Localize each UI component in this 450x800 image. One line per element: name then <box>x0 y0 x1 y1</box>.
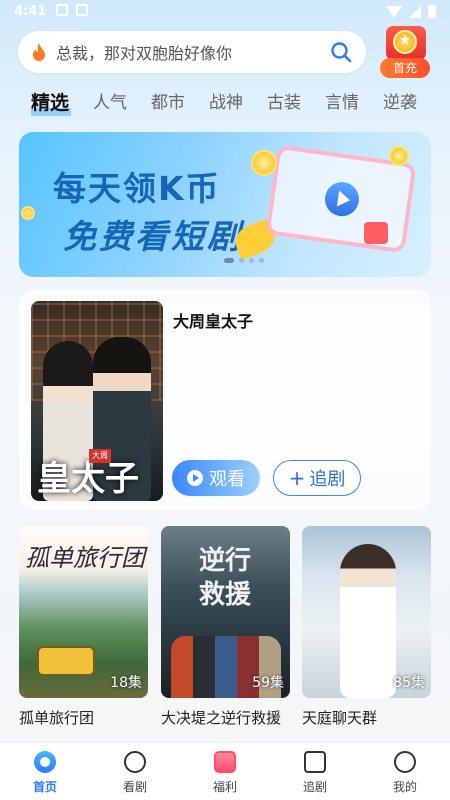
download-icon <box>56 4 68 16</box>
first-recharge-button[interactable]: 首充 <box>378 24 432 78</box>
wifi-icon <box>386 5 402 18</box>
featured-title[interactable]: 大周皇太子 <box>173 308 253 332</box>
battery-icon <box>428 5 436 18</box>
tab-popular[interactable]: 人气 <box>93 88 127 118</box>
bottom-nav: 首页 看剧 福利 追剧 我的 <box>0 742 450 800</box>
episode-count: 59集 <box>252 675 284 691</box>
drama-poster[interactable]: 逆行救援 59集 <box>161 526 290 698</box>
coin-icon <box>251 150 277 176</box>
banner-headline: 每天领K币 <box>53 169 221 208</box>
folder-star-icon <box>304 751 326 773</box>
tab-comeback[interactable]: 逆袭 <box>383 88 417 118</box>
search-icon[interactable] <box>330 41 352 63</box>
fire-icon <box>33 43 45 61</box>
banner-pagination <box>224 258 264 263</box>
tab-romance[interactable]: 言情 <box>325 88 359 118</box>
recharge-label: 首充 <box>380 58 430 78</box>
status-bar: 4:41 <box>0 0 450 26</box>
coin-icon <box>389 146 409 166</box>
banner-subheadline: 免费看短剧 <box>63 217 243 256</box>
episode-count: 18集 <box>110 675 142 691</box>
pagination-dot <box>224 258 234 263</box>
search-bar[interactable]: 总裁，那对双胞胎好像你 <box>18 31 366 73</box>
pagination-dot <box>259 258 264 263</box>
poster-title-art: 逆行救援 <box>198 546 251 610</box>
follow-drama-button[interactable]: + 追剧 <box>273 460 361 496</box>
tab-war-god[interactable]: 战神 <box>209 88 243 118</box>
coin-icon <box>21 206 35 220</box>
poster-title-art: 孤单旅行团 <box>25 544 145 572</box>
pagination-dot <box>239 258 244 263</box>
watch-label: 观看 <box>209 469 245 490</box>
drama-title[interactable]: 天庭聊天群 <box>302 707 431 728</box>
gift-icon <box>364 222 388 244</box>
play-icon <box>187 470 203 486</box>
featured-drama-card[interactable]: 皇太子 大周 大周皇太子 观看 + 追剧 <box>19 290 431 510</box>
tab-urban[interactable]: 都市 <box>151 88 185 118</box>
home-icon <box>34 751 56 773</box>
signal-icon <box>409 5 421 18</box>
episode-count: 85集 <box>393 675 425 691</box>
nav-follow[interactable]: 追剧 <box>280 743 350 800</box>
drama-title[interactable]: 大决堤之逆行救援 <box>161 707 290 728</box>
featured-poster[interactable]: 皇太子 大周 <box>31 301 163 501</box>
pagination-dot <box>249 258 254 263</box>
nav-welfare[interactable]: 福利 <box>190 743 260 800</box>
nav-watch[interactable]: 看剧 <box>100 743 170 800</box>
watch-button[interactable]: 观看 <box>172 460 260 496</box>
play-icon <box>322 179 362 219</box>
drama-title[interactable]: 孤单旅行团 <box>19 707 148 728</box>
nav-home[interactable]: 首页 <box>10 743 80 800</box>
plus-icon: + <box>288 466 306 490</box>
drama-card[interactable]: 85集 天庭聊天群 <box>302 526 431 728</box>
drama-card[interactable]: 孤单旅行团 18集 孤单旅行团 <box>19 526 148 728</box>
tab-costume[interactable]: 古装 <box>267 88 301 118</box>
coin-icon <box>393 30 417 54</box>
poster-seal: 大周 <box>89 449 111 463</box>
poster-title-art: 皇太子 <box>37 459 139 499</box>
nav-profile[interactable]: 我的 <box>370 743 440 800</box>
drama-poster[interactable]: 孤单旅行团 18集 <box>19 526 148 698</box>
notification-icon <box>76 4 88 16</box>
play-circle-icon <box>124 751 146 773</box>
tab-featured[interactable]: 精选 <box>31 88 72 118</box>
drama-card[interactable]: 逆行救援 59集 大决堤之逆行救援 <box>161 526 290 728</box>
status-time: 4:41 <box>14 4 47 19</box>
profile-icon <box>394 751 416 773</box>
promo-banner[interactable]: 每天领K币 免费看短剧 <box>19 132 431 277</box>
category-tabs: 精选 人气 都市 战神 古装 言情 逆袭 <box>0 88 450 118</box>
drama-poster[interactable]: 85集 <box>302 526 431 698</box>
search-placeholder[interactable]: 总裁，那对双胞胎好像你 <box>56 40 330 64</box>
gift-icon <box>214 751 236 773</box>
follow-label: 追剧 <box>309 469 346 490</box>
